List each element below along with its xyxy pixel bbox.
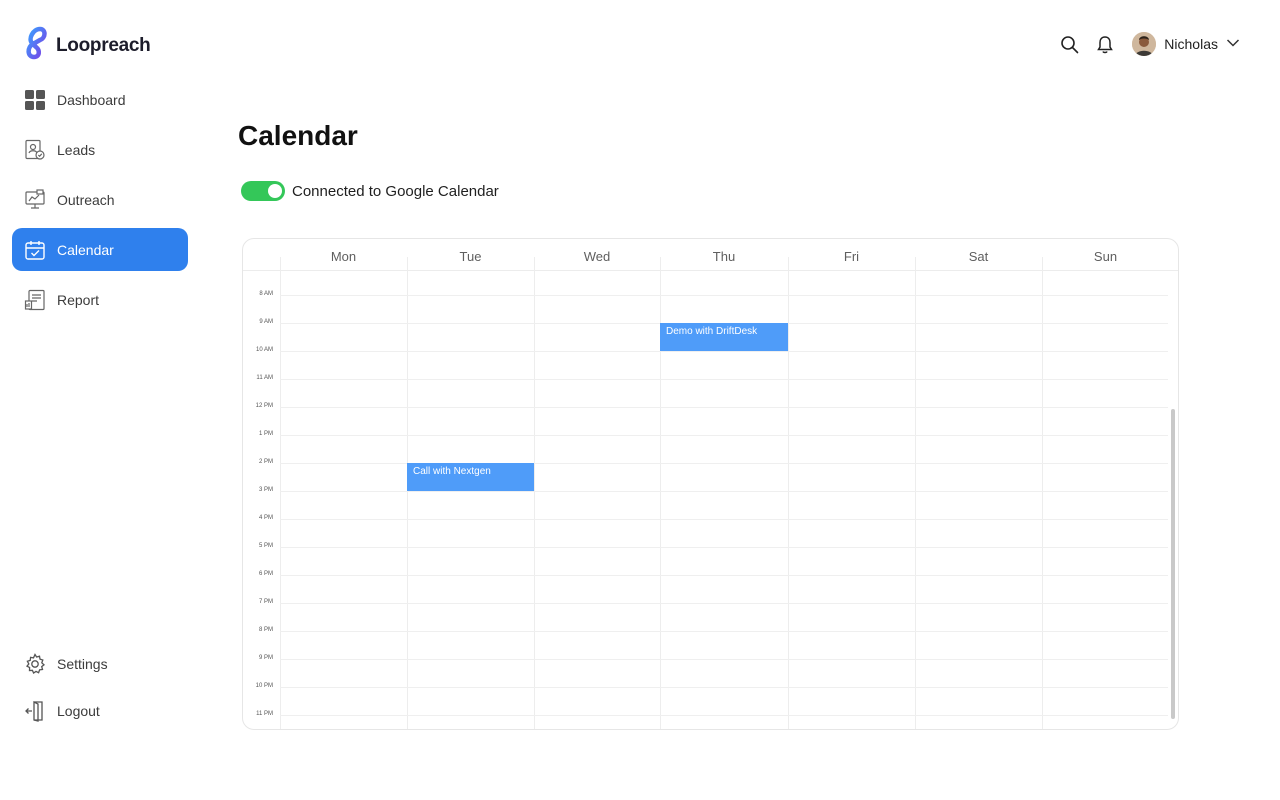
time-label: 9 PM xyxy=(258,655,273,661)
day-header-sat: Sat xyxy=(968,249,989,264)
report-icon xyxy=(24,289,46,311)
hour-gridline xyxy=(280,351,1168,352)
app-logo: Loopreach xyxy=(24,26,151,65)
sidebar-item-label: Logout xyxy=(57,703,100,719)
bell-icon[interactable] xyxy=(1094,33,1116,55)
time-label: 6 PM xyxy=(258,571,273,577)
search-icon[interactable] xyxy=(1058,33,1080,55)
time-label: 2 PM xyxy=(258,459,273,465)
user-menu[interactable]: Nicholas xyxy=(1132,32,1240,56)
sidebar-item-label: Dashboard xyxy=(57,91,126,108)
time-label: 7 PM xyxy=(258,599,273,605)
hour-gridline xyxy=(280,407,1168,408)
calendar-header: Mon Tue Wed Thu Fri Sat Sun xyxy=(243,239,1178,271)
sidebar-item-report[interactable]: Report xyxy=(12,278,188,321)
sidebar-bottom-nav: Settings Logout xyxy=(12,643,188,737)
logo-text: Loopreach xyxy=(56,34,151,56)
time-label: 3 PM xyxy=(258,487,273,493)
time-label: 8 PM xyxy=(258,627,273,633)
day-header-tue: Tue xyxy=(459,249,482,264)
top-bar: Nicholas xyxy=(1058,32,1240,56)
toggle-knob xyxy=(268,184,282,198)
time-label: 10 AM xyxy=(255,347,273,353)
chevron-down-icon xyxy=(1226,35,1240,53)
sidebar-item-label: Report xyxy=(57,291,100,308)
sidebar-item-label: Calendar xyxy=(57,241,114,258)
time-label: 10 PM xyxy=(255,683,273,689)
sidebar-item-outreach[interactable]: Outreach xyxy=(12,178,188,221)
dashboard-icon xyxy=(24,89,46,111)
time-label: 12 PM xyxy=(255,403,273,409)
hour-gridline xyxy=(280,379,1168,380)
calendar-event[interactable]: Call with Nextgen xyxy=(407,463,534,491)
page-title: Calendar xyxy=(238,120,358,151)
time-label: 11 PM xyxy=(256,711,273,717)
hour-gridline xyxy=(280,715,1168,716)
avatar xyxy=(1132,32,1157,56)
hour-gridline xyxy=(280,631,1168,632)
time-label: 5 PM xyxy=(258,543,273,549)
time-label: 8 AM xyxy=(259,291,273,297)
time-label: 11 AM xyxy=(256,375,273,381)
hour-gridline xyxy=(280,435,1168,436)
leads-icon xyxy=(24,139,46,161)
sidebar-item-dashboard[interactable]: Dashboard xyxy=(12,78,188,121)
sidebar-item-logout[interactable]: Logout xyxy=(12,690,188,732)
hour-gridline xyxy=(280,547,1168,548)
hour-gridline xyxy=(280,575,1168,576)
sidebar-nav: Dashboard Leads Outreach Calendar Report xyxy=(12,78,188,328)
hour-gridline xyxy=(280,519,1168,520)
sidebar-item-settings[interactable]: Settings xyxy=(12,643,188,685)
outreach-icon xyxy=(24,188,46,211)
time-label: 4 PM xyxy=(258,515,273,521)
time-label: 9 AM xyxy=(259,319,273,325)
hour-gridline xyxy=(280,603,1168,604)
sidebar-item-label: Settings xyxy=(57,656,108,672)
user-name: Nicholas xyxy=(1164,36,1218,52)
day-header-wed: Wed xyxy=(583,249,611,264)
sidebar-item-calendar[interactable]: Calendar xyxy=(12,228,188,271)
day-header-thu: Thu xyxy=(712,249,736,264)
logo-icon xyxy=(24,26,50,65)
day-header-sun: Sun xyxy=(1093,249,1118,264)
hour-gridline xyxy=(280,295,1168,296)
week-calendar: Mon Tue Wed Thu Fri Sat Sun 8 AM 9 AM 10 AM 11 AM… xyxy=(242,238,1179,730)
hour-gridline xyxy=(280,491,1168,492)
day-header-mon: Mon xyxy=(330,249,357,264)
sidebar-item-label: Leads xyxy=(57,141,96,158)
logout-icon xyxy=(24,700,46,722)
calendar-scrollbar[interactable] xyxy=(1171,409,1175,719)
time-label: 1 PM xyxy=(258,431,273,437)
hour-gridline xyxy=(280,687,1168,688)
gear-icon xyxy=(24,653,46,675)
calendar-event[interactable]: Demo with DriftDesk xyxy=(660,323,788,351)
google-calendar-toggle[interactable] xyxy=(241,181,285,201)
google-calendar-connection: Connected to Google Calendar xyxy=(241,181,499,201)
sidebar-item-leads[interactable]: Leads xyxy=(12,128,188,171)
calendar-icon xyxy=(24,239,46,261)
day-header-fri: Fri xyxy=(843,249,860,264)
sidebar-item-label: Outreach xyxy=(57,191,115,208)
hour-gridline xyxy=(280,659,1168,660)
google-calendar-label: Connected to Google Calendar xyxy=(292,182,499,200)
